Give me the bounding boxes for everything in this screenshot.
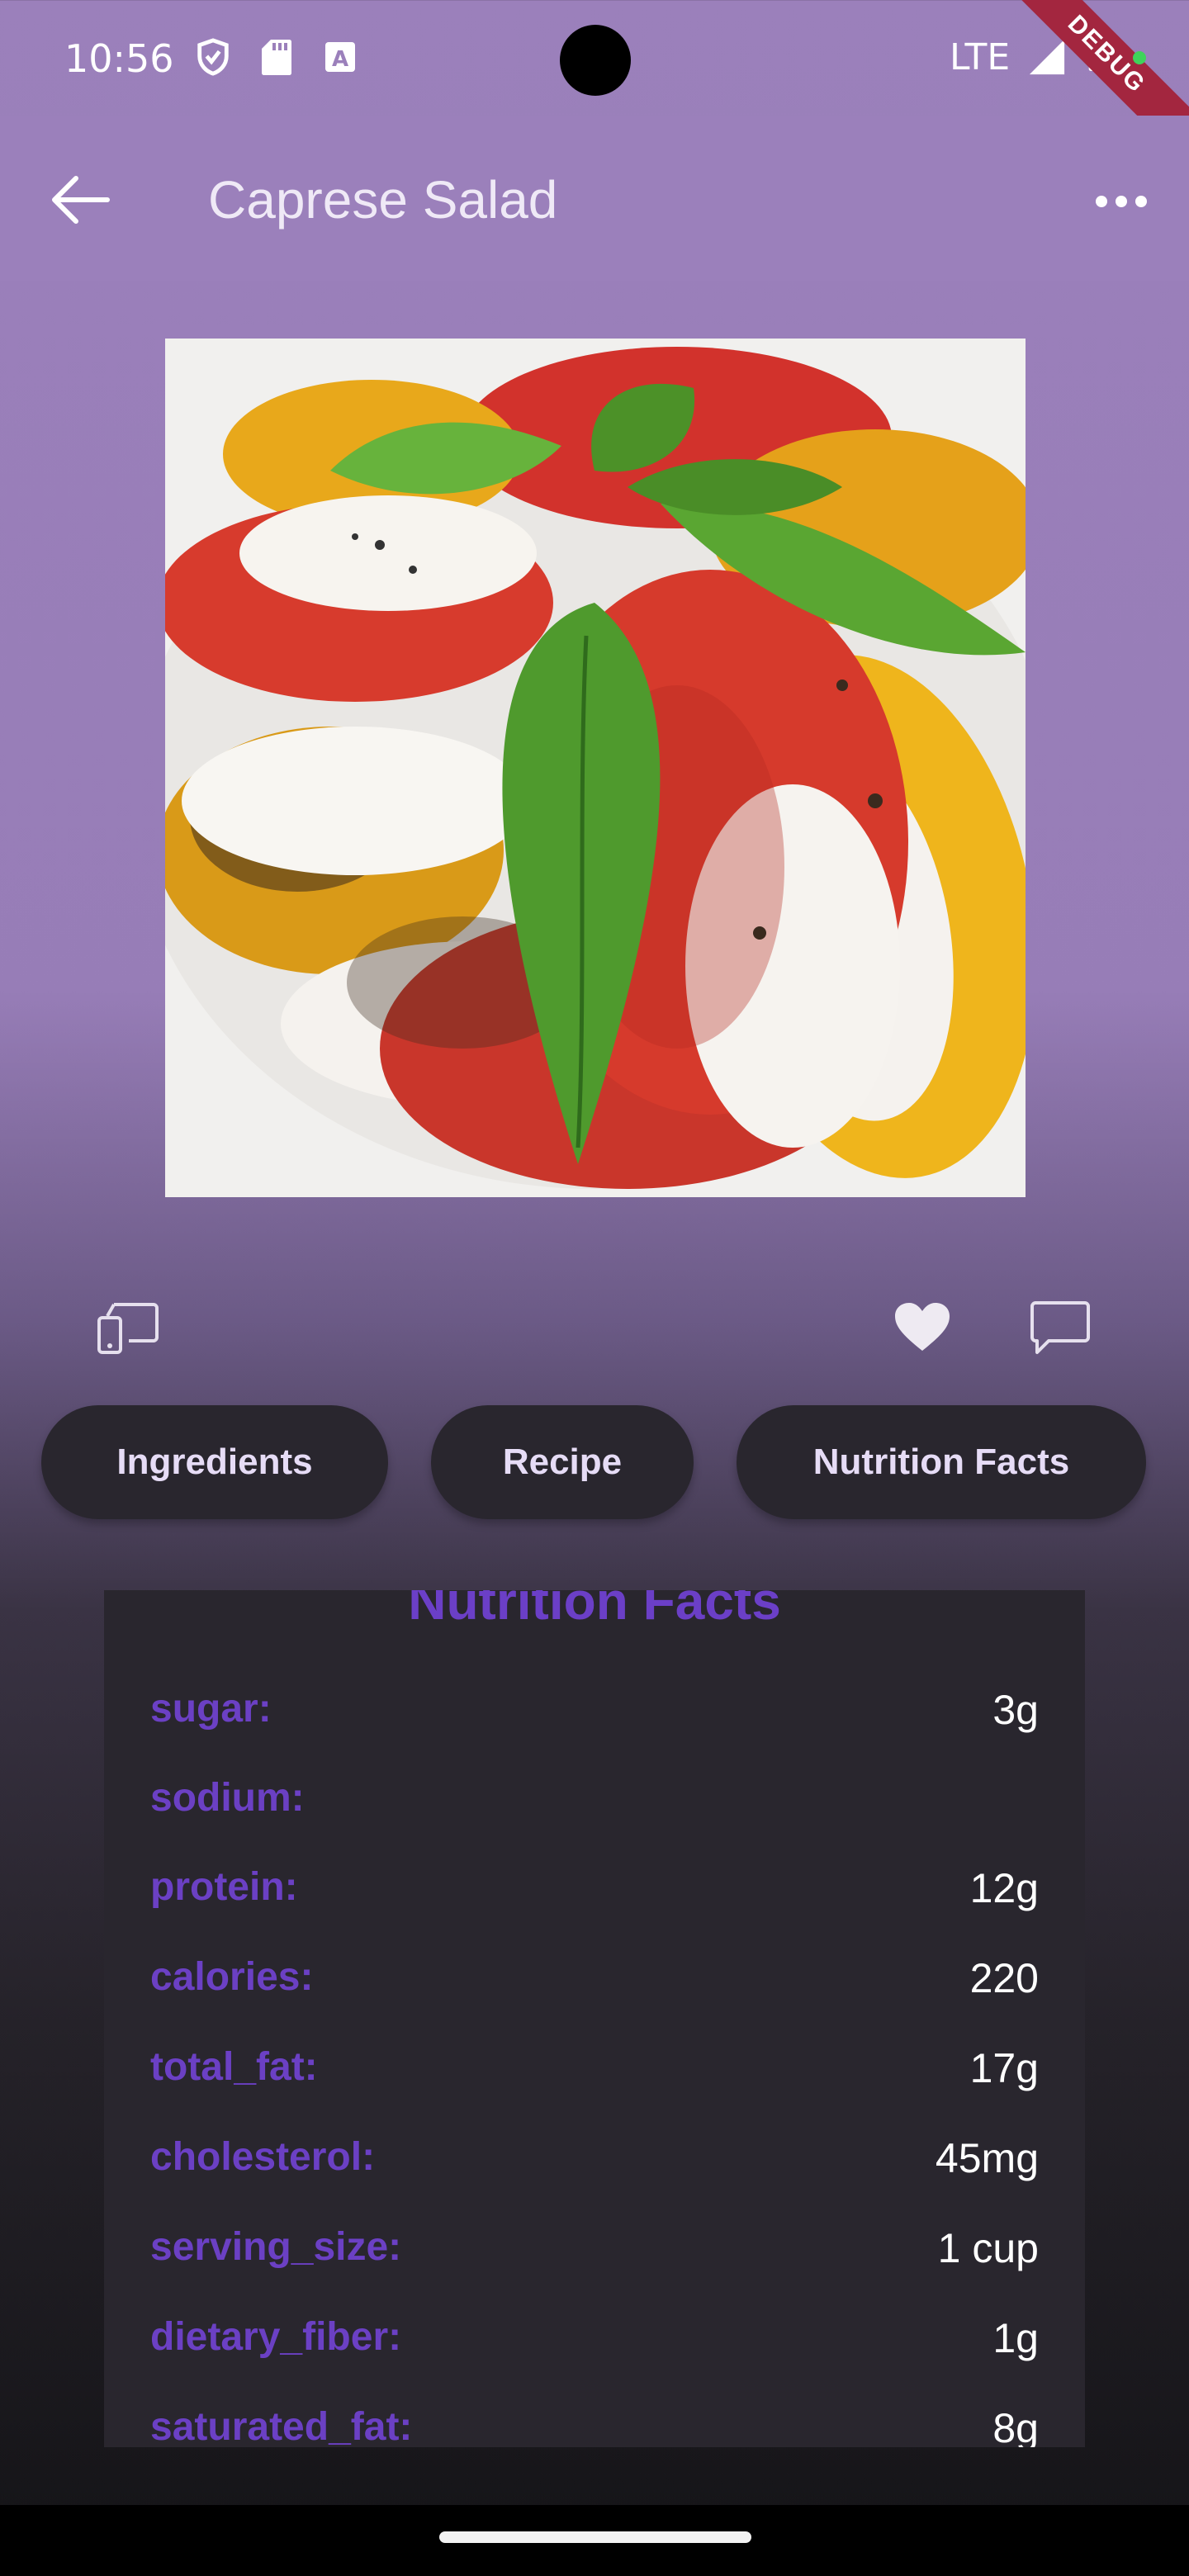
nutrient-value: 45mg — [935, 2135, 1039, 2181]
nutrition-row: calories: 220 — [150, 1954, 1039, 2020]
nutrition-row: cholesterol: 45mg — [150, 2134, 1039, 2200]
nutrition-row: serving_size: 1 cup — [150, 2224, 1039, 2290]
nutrient-label: dietary_fiber: — [150, 2315, 402, 2359]
heart-icon[interactable] — [893, 1301, 951, 1354]
nutrient-value: 1 cup — [937, 2225, 1039, 2271]
camera-cutout — [560, 25, 631, 96]
tab-nutrition-facts[interactable]: Nutrition Facts — [737, 1405, 1146, 1519]
nutrient-label: cholesterol: — [150, 2135, 376, 2179]
nutrition-row: sodium: — [150, 1775, 1039, 1841]
more-options-icon[interactable] — [1082, 165, 1161, 238]
back-arrow-icon[interactable] — [38, 157, 124, 243]
nutrient-label: sugar: — [150, 1687, 272, 1731]
tab-recipe[interactable]: Recipe — [431, 1405, 694, 1519]
cast-devices-icon[interactable] — [96, 1298, 160, 1356]
page-title: Caprese Salad — [208, 170, 558, 230]
nutrition-panel-title: Nutrition Facts — [408, 1590, 781, 1631]
network-type: LTE — [950, 36, 1011, 78]
nutrition-facts-panel: Nutrition Facts sugar: 3g sodium: protei… — [104, 1590, 1085, 2447]
nutrient-label: saturated_fat: — [150, 2405, 413, 2447]
tab-ingredients[interactable]: Ingredients — [41, 1405, 388, 1519]
status-bar: 10:56 A LTE DEBUG — [0, 0, 1189, 169]
nutrition-row: dietary_fiber: 1g — [150, 2314, 1039, 2380]
nutrition-row: saturated_fat: 8g — [150, 2404, 1039, 2447]
sd-card-icon — [262, 40, 291, 75]
home-gesture-handle[interactable] — [439, 2531, 751, 2543]
comment-icon[interactable] — [1030, 1300, 1090, 1357]
nutrient-label: calories: — [150, 1955, 314, 1999]
status-time: 10:56 — [64, 36, 174, 81]
nutrient-value: 3g — [992, 1687, 1039, 1733]
nutrient-label: serving_size: — [150, 2225, 402, 2269]
nutrient-label: sodium: — [150, 1776, 305, 1820]
nutrient-value: 8g — [992, 2405, 1039, 2447]
nutrient-label: total_fat: — [150, 2045, 318, 2089]
app-bar — [0, 116, 1189, 281]
nutrient-value: 220 — [969, 1955, 1039, 2001]
nutrition-row: total_fat: 17g — [150, 2044, 1039, 2110]
recipe-photo — [165, 339, 1026, 1197]
nutrient-value: 1g — [992, 2315, 1039, 2361]
signal-icon — [1029, 39, 1065, 75]
nutrient-value: 17g — [969, 2045, 1039, 2091]
nutrition-row: sugar: 3g — [150, 1686, 1039, 1752]
nutrition-row: protein: 12g — [150, 1864, 1039, 1930]
nutrient-value: 12g — [969, 1865, 1039, 1911]
privacy-indicator-dot — [1133, 51, 1146, 64]
font-app-icon: A — [325, 42, 355, 72]
svg-text:A: A — [332, 47, 348, 72]
nutrient-label: protein: — [150, 1865, 298, 1909]
shield-icon — [197, 38, 229, 76]
